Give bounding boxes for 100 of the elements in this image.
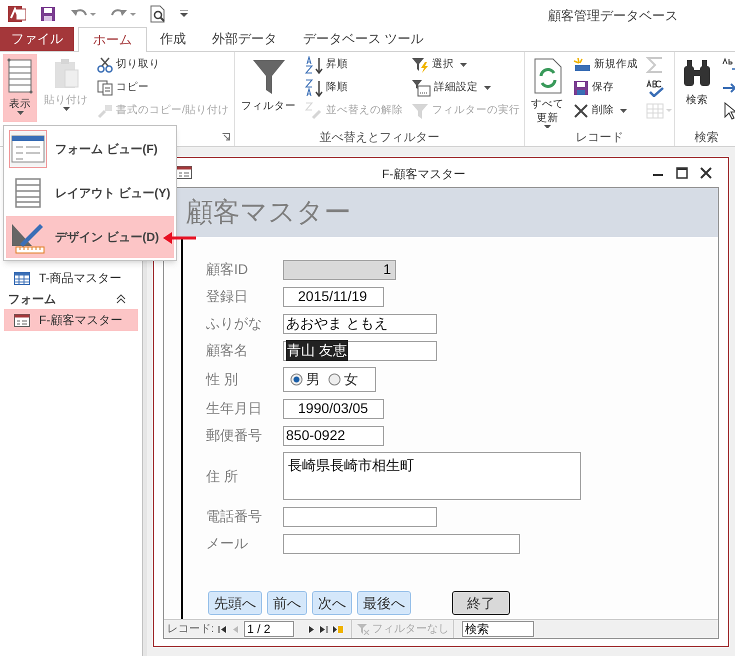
- input-field[interactable]: あおやま ともえ: [283, 314, 437, 334]
- dialog-launcher-icon[interactable]: [222, 133, 230, 141]
- save-icon[interactable]: [40, 6, 56, 22]
- clipboard-icon: [52, 58, 80, 90]
- last-record-icon[interactable]: [319, 624, 328, 634]
- search-field[interactable]: 検索: [462, 621, 534, 637]
- ribbon-button[interactable]: 選択: [409, 54, 522, 76]
- close-icon[interactable]: [700, 166, 712, 178]
- radio-option[interactable]: 男: [290, 369, 320, 390]
- nav-item[interactable]: T-商品マスター: [4, 267, 138, 289]
- form-button[interactable]: 前へ: [267, 591, 307, 615]
- next-record-icon[interactable]: [306, 624, 316, 634]
- ribbon-tab[interactable]: ホーム: [78, 27, 147, 52]
- field-label: 生年月日: [206, 399, 263, 418]
- app-icon: [8, 5, 26, 23]
- input-field[interactable]: 1: [283, 260, 396, 280]
- file-tab[interactable]: ファイル: [0, 27, 74, 51]
- input-field[interactable]: [283, 534, 520, 554]
- spelling-check-icon: [646, 79, 664, 97]
- field-label: メール: [206, 534, 249, 553]
- filter-off-icon: [356, 623, 370, 635]
- ribbon-button[interactable]: すべて更新: [528, 54, 567, 122]
- funnel-icon: [252, 58, 286, 96]
- filter-icon: [411, 102, 429, 120]
- ribbon-tab[interactable]: 外部データ: [199, 27, 290, 51]
- field-label: 顧客ID: [206, 260, 249, 279]
- refresh-icon: [532, 58, 562, 94]
- sort-descending-icon: [305, 79, 323, 97]
- ribbon-button[interactable]: 切り取り: [95, 54, 231, 76]
- field-label: 登録日: [206, 287, 249, 306]
- ribbon-tab[interactable]: データベース ツール: [290, 27, 437, 51]
- input-field[interactable]: [283, 506, 437, 526]
- caret-icon: [16, 111, 24, 115]
- view-icon: [6, 58, 34, 94]
- first-record-icon[interactable]: [218, 624, 228, 634]
- field-label: 性 別: [206, 370, 239, 389]
- field-label: ふりがな: [206, 314, 263, 333]
- input-field[interactable]: 青山 友恵: [283, 340, 437, 360]
- record-position-field[interactable]: 1 / 2: [244, 621, 294, 637]
- form-button[interactable]: 最後へ: [357, 591, 411, 615]
- delete-icon: [573, 103, 589, 119]
- ribbon-tab[interactable]: 作成: [147, 27, 199, 51]
- ribbon-button[interactable]: 新規作成: [571, 54, 640, 76]
- form-icon: [14, 314, 30, 326]
- ribbon-button[interactable]: フィルター: [238, 54, 299, 122]
- filter-status: フィルターなし: [372, 622, 450, 637]
- ribbon-button[interactable]: 昇順: [303, 54, 405, 76]
- radio-checked-icon: [290, 373, 303, 386]
- form-button[interactable]: 次へ: [312, 591, 352, 615]
- ribbon-button[interactable]: コピー: [95, 77, 231, 99]
- caret-icon: [620, 109, 627, 113]
- print-preview-icon[interactable]: [150, 5, 166, 23]
- form-view-icon: [11, 134, 45, 164]
- field-label: 郵便番号: [206, 426, 263, 445]
- form-button[interactable]: 終了: [452, 591, 510, 615]
- caret-icon: [484, 86, 491, 90]
- menu-item[interactable]: デザイン ビュー(D): [6, 216, 174, 258]
- field-label: 顧客名: [206, 341, 249, 360]
- input-field[interactable]: 2015/11/19: [283, 286, 384, 306]
- new-record-icon[interactable]: [332, 624, 344, 634]
- new-record-icon: [573, 57, 591, 73]
- ribbon-button[interactable]: 降順: [303, 77, 405, 99]
- caret-icon: [460, 63, 467, 67]
- text-area[interactable]: 長崎県長崎市相生町: [283, 452, 581, 500]
- ribbon-button[interactable]: 詳細設定: [409, 77, 522, 99]
- caret-icon: [62, 107, 70, 111]
- field-label: 電話番号: [206, 507, 263, 526]
- form-window-title: F-顧客マスター: [382, 166, 466, 183]
- window-title: 顧客管理データベース: [548, 7, 678, 25]
- customize-caret-icon[interactable]: [180, 10, 188, 18]
- maximize-icon[interactable]: [676, 166, 688, 178]
- input-field[interactable]: 1990/03/05: [283, 398, 384, 418]
- sort-ascending-icon: [305, 56, 323, 74]
- radio-option[interactable]: 女: [328, 369, 358, 390]
- field-label: 住 所: [206, 466, 239, 486]
- clear-sort-icon: [305, 102, 323, 120]
- advanced-filter-icon: [411, 79, 431, 97]
- selection-filter-icon: [411, 56, 429, 74]
- ribbon-button[interactable]: 表示: [3, 54, 37, 122]
- collapse-icon[interactable]: [116, 294, 126, 304]
- arrow-icon: [163, 232, 196, 244]
- ribbon-button[interactable]: 保存: [571, 77, 640, 99]
- form-button[interactable]: 先頭へ: [208, 591, 262, 615]
- replace-icon: [722, 57, 735, 73]
- sigma-icon: [646, 56, 664, 74]
- scissors-icon: [97, 57, 113, 73]
- group-label: 検索: [694, 129, 718, 146]
- radio-unchecked-icon: [328, 373, 341, 386]
- input-field[interactable]: 850-0922: [283, 426, 384, 446]
- ribbon-button[interactable]: 検索: [678, 54, 716, 122]
- nav-item[interactable]: F-顧客マスター: [4, 309, 138, 331]
- brush-icon: [97, 103, 113, 119]
- copy-icon: [97, 80, 113, 96]
- table-icon: [14, 272, 30, 284]
- section-header: フォーム: [8, 291, 56, 308]
- ribbon-button[interactable]: 削除: [571, 100, 640, 122]
- grid-icon: [646, 103, 672, 119]
- group-label: 並べ替えとフィルター: [320, 129, 440, 146]
- record-label: レコード:: [167, 622, 214, 637]
- group-label: レコード: [576, 129, 624, 146]
